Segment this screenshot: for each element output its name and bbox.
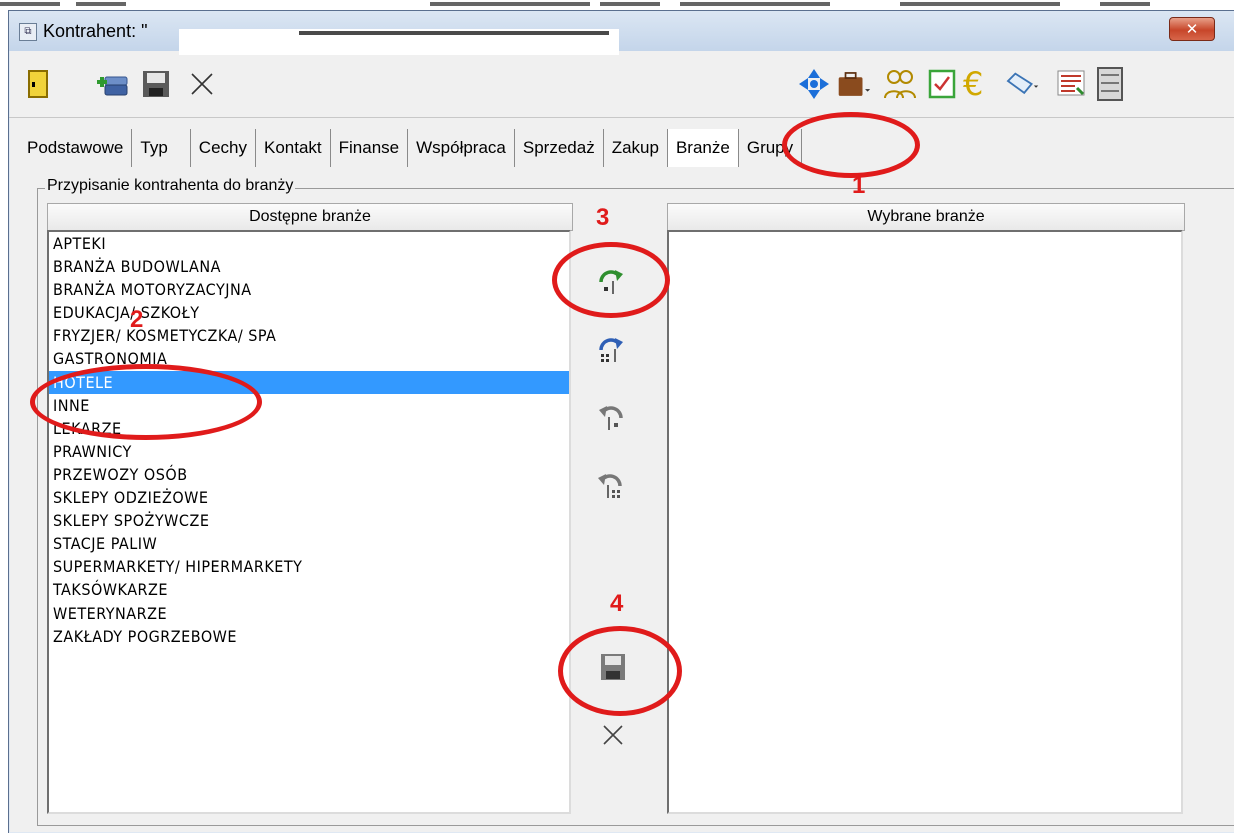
list-item[interactable]: SKLEPY ODZIEŻOWE xyxy=(49,486,569,509)
svg-text:€: € xyxy=(963,68,983,100)
background-window-scrap xyxy=(0,0,1234,10)
close-button[interactable]: ✕ xyxy=(1169,17,1215,41)
cancel-icon xyxy=(603,725,623,745)
selected-industries-header[interactable]: Wybrane branże xyxy=(667,203,1185,231)
list-item[interactable]: STACJE PALIW xyxy=(49,532,569,555)
add-record-icon[interactable] xyxy=(95,67,129,101)
annotation-step-2: 2 xyxy=(130,306,144,333)
remove-selected-button[interactable] xyxy=(593,399,629,435)
briefcase-icon[interactable] xyxy=(837,67,871,101)
cancel-assignment-button[interactable] xyxy=(595,717,631,753)
annotation-ring-item xyxy=(30,364,262,440)
redacted-name-trace xyxy=(299,31,609,35)
list-item[interactable]: APTEKI xyxy=(49,232,569,255)
app-icon: ⧉ xyxy=(19,23,37,41)
tab-zakup[interactable]: Zakup xyxy=(604,129,668,167)
available-industries-list[interactable]: APTEKI BRANŻA BUDOWLANA BRANŻA MOTORYZACYJ… xyxy=(47,230,571,814)
tab-branze[interactable]: Branże xyxy=(667,129,739,167)
navigator-icon[interactable] xyxy=(797,67,831,101)
tab-kontakt[interactable]: Kontakt xyxy=(256,129,331,167)
cabinet-icon[interactable] xyxy=(1093,67,1127,101)
tag-icon[interactable] xyxy=(1005,67,1039,101)
add-all-button[interactable] xyxy=(593,331,629,367)
list-item[interactable]: BRANŻA BUDOWLANA xyxy=(49,255,569,278)
annotation-step-3: 3 xyxy=(596,204,610,231)
tab-sprzedaz[interactable]: Sprzedaż xyxy=(515,129,604,167)
list-item[interactable]: EDUKACJA/ SZKOŁY xyxy=(49,301,569,324)
list-item[interactable]: ZAKŁADY POGRZEBOWE xyxy=(49,625,569,648)
people-icon[interactable] xyxy=(883,67,917,101)
remove-all-icon xyxy=(598,474,622,498)
list-item[interactable]: PRZEWOZY OSÓB xyxy=(49,463,569,486)
euro-icon[interactable]: € xyxy=(961,67,995,101)
title-bar[interactable]: ⧉ Kontrahent: " ✕ xyxy=(9,11,1234,55)
add-all-icon xyxy=(599,338,623,362)
tab-finanse[interactable]: Finanse xyxy=(331,129,409,167)
list-item[interactable]: TAKSÓWKARZE xyxy=(49,578,569,601)
annotation-ring-add xyxy=(552,242,670,318)
save-icon[interactable] xyxy=(139,67,173,101)
list-item[interactable]: SUPERMARKETY/ HIPERMARKETY xyxy=(49,555,569,578)
tab-cechy[interactable]: Cechy xyxy=(191,129,256,167)
available-industries-header[interactable]: Dostępne branże xyxy=(47,203,573,231)
window-title: Kontrahent: " xyxy=(43,21,148,41)
checklist-icon[interactable] xyxy=(925,67,959,101)
toolbar: € xyxy=(9,53,1234,118)
list-item[interactable]: SKLEPY SPOŻYWCZE xyxy=(49,509,569,532)
annotation-ring-save xyxy=(558,626,682,716)
annotation-step-4: 4 xyxy=(610,590,624,617)
list-item[interactable]: BRANŻA MOTORYZACYJNA xyxy=(49,278,569,301)
tab-typ[interactable]: Typ xyxy=(132,129,191,167)
annotation-ring-tab xyxy=(782,112,920,178)
door-exit-icon[interactable] xyxy=(21,67,55,101)
cancel-icon[interactable] xyxy=(185,67,219,101)
selected-industries-list[interactable] xyxy=(667,230,1183,814)
group-legend: Przypisanie kontrahenta do branży xyxy=(45,177,296,195)
list-item[interactable]: FRYZJER/ KOSMETYCZKA/ SPA xyxy=(49,324,569,347)
tab-strip: Podstawowe Typ Cechy Kontakt Finanse Wsp… xyxy=(19,129,803,167)
remove-all-button[interactable] xyxy=(593,467,629,503)
list-item[interactable]: PRAWNICY xyxy=(49,440,569,463)
remove-selected-icon xyxy=(599,406,623,430)
list-item[interactable]: WETERYNARZE xyxy=(49,602,569,625)
annotation-step-1: 1 xyxy=(852,172,866,199)
tab-podstawowe[interactable]: Podstawowe xyxy=(19,129,133,167)
list-icon[interactable] xyxy=(1055,67,1089,101)
tab-wspolpraca[interactable]: Współpraca xyxy=(408,129,515,167)
